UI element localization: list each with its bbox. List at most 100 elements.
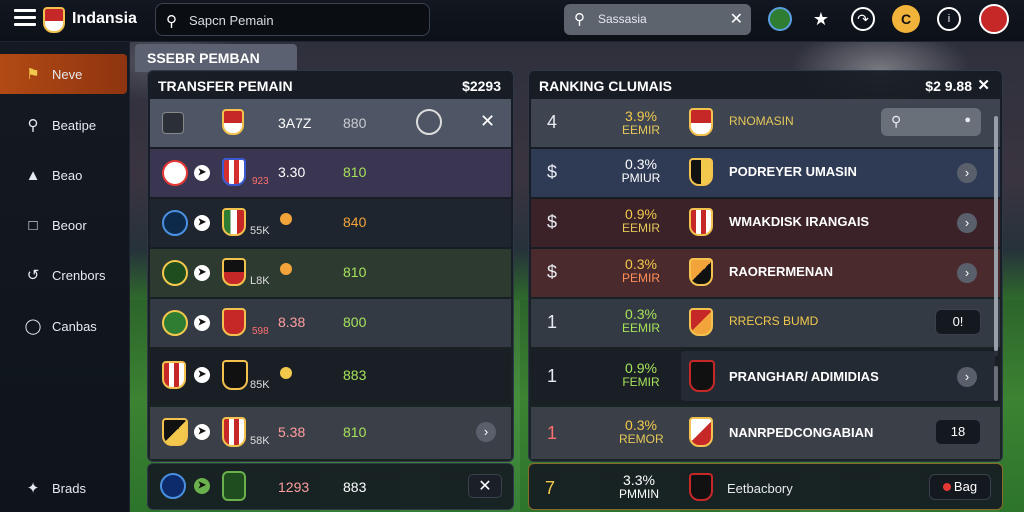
club-crest <box>689 158 713 186</box>
club-tag-label: Bag <box>953 479 978 494</box>
scrollbar-thumb[interactable] <box>994 116 998 351</box>
chevron-right-icon[interactable]: › <box>957 213 977 233</box>
sidebar-item-neve[interactable]: ⚑ Neve <box>0 54 127 94</box>
rank-percent: 0.3% PMIUR <box>621 156 661 185</box>
club-crest <box>689 360 715 392</box>
sidebar-item-label: Beao <box>52 167 83 183</box>
chevron-right-icon[interactable]: › <box>957 367 977 387</box>
close-button[interactable]: ✕ <box>468 474 502 498</box>
club-name: PRANGHAR/ ADIMIDIAS <box>729 369 879 384</box>
club-logo <box>162 210 188 236</box>
sidebar-item-canbas[interactable]: ◯ Canbas <box>0 306 127 346</box>
coin-icon[interactable]: C <box>892 5 920 33</box>
secondary-search-input[interactable]: ⚲ Sassasia ✕ <box>564 4 751 35</box>
search-icon: ⚲ <box>891 113 902 129</box>
club-crest <box>162 418 188 446</box>
club-crest <box>689 417 713 447</box>
table-row[interactable]: ➤ 55K 840 <box>150 199 511 247</box>
sidebar-item-brads[interactable]: ✦ Brads <box>0 468 127 508</box>
arrow-icon: ➤ <box>194 424 210 440</box>
club-search-input[interactable]: ⚲ ● <box>881 108 981 136</box>
ranking-row[interactable]: 1 0.3% REMOR NANRPEDCONGABIAN 18 <box>531 407 1000 459</box>
club-tag[interactable]: Bag <box>929 474 991 500</box>
ranking-row[interactable]: $ 0.9% EEMIR WMAKDISK IRANGAIS › <box>531 199 1000 247</box>
close-icon[interactable]: ✕ <box>730 9 743 29</box>
club-crest <box>689 108 713 136</box>
arrow-icon: ➤ <box>194 165 210 181</box>
club-logo <box>160 473 186 499</box>
sidebar-item-beatipe[interactable]: ⚲ Beatipe <box>0 105 127 145</box>
club-crest <box>689 258 713 286</box>
table-row[interactable]: ➤ 598 8.38 800 <box>150 299 511 347</box>
arrow-icon: ➤ <box>194 315 210 331</box>
sidebar-item-crenbors[interactable]: ↺ Crenbors <box>0 255 127 295</box>
table-row[interactable]: ➤ 58K 5.38 810 › <box>150 407 511 459</box>
player-icon <box>162 112 184 134</box>
rank-percent: 3.9% EEMIR <box>621 108 660 137</box>
ranking-row[interactable]: 1 0.3% EEMIR RRECRS BUMD 0! <box>531 299 1000 347</box>
player-badge: 598 <box>252 326 269 337</box>
settings-icon[interactable]: ↷ <box>851 7 875 31</box>
globe-icon[interactable] <box>768 7 792 31</box>
club-crest <box>222 158 246 186</box>
chevron-right-icon[interactable]: › <box>476 422 496 442</box>
club-tag[interactable]: 18 <box>935 419 981 445</box>
club-crest <box>222 471 246 501</box>
table-row[interactable]: ➤ L8K 810 <box>150 249 511 297</box>
top-bar: Indansia ⚲ Sapcn Pemain ⚲ Sassasia ✕ ★ ↷… <box>0 0 1024 42</box>
club-tag[interactable]: 0! <box>935 309 981 335</box>
panel-title: RANKING CLUMAIS <box>539 78 672 94</box>
player-name: 55K <box>250 225 270 237</box>
club-name: RAORERMENAN <box>729 264 833 279</box>
panel-amount: $2 9.88 <box>925 78 972 94</box>
sidebar-item-beoor[interactable]: □ Beoor <box>0 205 127 245</box>
rank-percent: 0.3% REMOR <box>619 417 664 446</box>
player-value: 883 <box>343 367 367 383</box>
ranking-row[interactable]: $ 0.3% PMIUR PODREYER UMASIN › <box>531 149 1000 197</box>
panel-amount: $2293 <box>462 78 501 94</box>
chevron-right-icon[interactable]: › <box>957 163 977 183</box>
chart-icon: ↺ <box>26 267 40 284</box>
coin-icon <box>280 367 292 379</box>
section-tab[interactable]: SSEBR PEMBAN <box>135 44 297 72</box>
search-input[interactable]: ⚲ Sapcn Pemain <box>155 3 430 36</box>
toggle-icon[interactable]: ● <box>964 114 971 126</box>
player-value: 840 <box>343 214 367 230</box>
table-row[interactable]: ➤ 923 3.30 810 <box>150 149 511 197</box>
table-row-header[interactable]: 3A7Z 880 ✕ <box>150 99 511 147</box>
star-icon: ✦ <box>26 480 40 497</box>
clock-icon: ◯ <box>24 318 42 335</box>
chevron-right-icon[interactable]: › <box>957 263 977 283</box>
scrollbar-lower[interactable] <box>994 366 998 401</box>
close-icon[interactable]: ✕ <box>977 76 990 94</box>
info-icon[interactable]: i <box>937 7 961 31</box>
rank-percent: 3.3% PMMIN <box>619 472 659 501</box>
club-crest <box>162 361 186 389</box>
search-icon: ⚲ <box>166 13 177 30</box>
club-crest <box>689 308 713 336</box>
star-icon[interactable]: ★ <box>809 7 833 31</box>
ranking-footer-row[interactable]: 7 3.3% PMMIN Eetbacbory Bag <box>528 463 1003 510</box>
profile-avatar[interactable] <box>979 4 1009 34</box>
panel-title: TRANSFER PEMAIN <box>158 78 293 94</box>
sidebar-item-beao[interactable]: ▲ Beao <box>0 155 127 195</box>
rank-number: $ <box>547 162 558 182</box>
player-value: 800 <box>343 314 367 330</box>
ranking-row[interactable]: 4 3.9% EEMIR RNOMASIN ⚲ ● <box>531 99 1000 147</box>
sidebar-item-label: Crenbors <box>52 267 106 283</box>
transfer-footer-row[interactable]: ➤ 1293 883 ✕ <box>147 463 514 510</box>
rank-number: $ <box>547 262 558 282</box>
player-name: 58K <box>250 435 270 447</box>
player-name: 3.30 <box>278 164 306 180</box>
secondary-search-text: Sassasia <box>598 12 647 26</box>
club-logo <box>162 310 188 336</box>
table-row[interactable]: ➤ 85K 883 <box>150 349 511 404</box>
ranking-row[interactable]: 1 0.9% FEMIR PRANGHAR/ ADIMIDIAS › <box>531 349 1000 404</box>
rank-number: 4 <box>547 112 558 132</box>
coin-icon <box>280 213 292 225</box>
arrow-icon: ➤ <box>194 478 210 494</box>
menu-icon[interactable] <box>14 9 36 27</box>
close-icon[interactable]: ✕ <box>480 111 495 132</box>
player-name: L8K <box>250 275 270 287</box>
ranking-row[interactable]: $ 0.3% PEMIR RAORERMENAN › <box>531 249 1000 297</box>
